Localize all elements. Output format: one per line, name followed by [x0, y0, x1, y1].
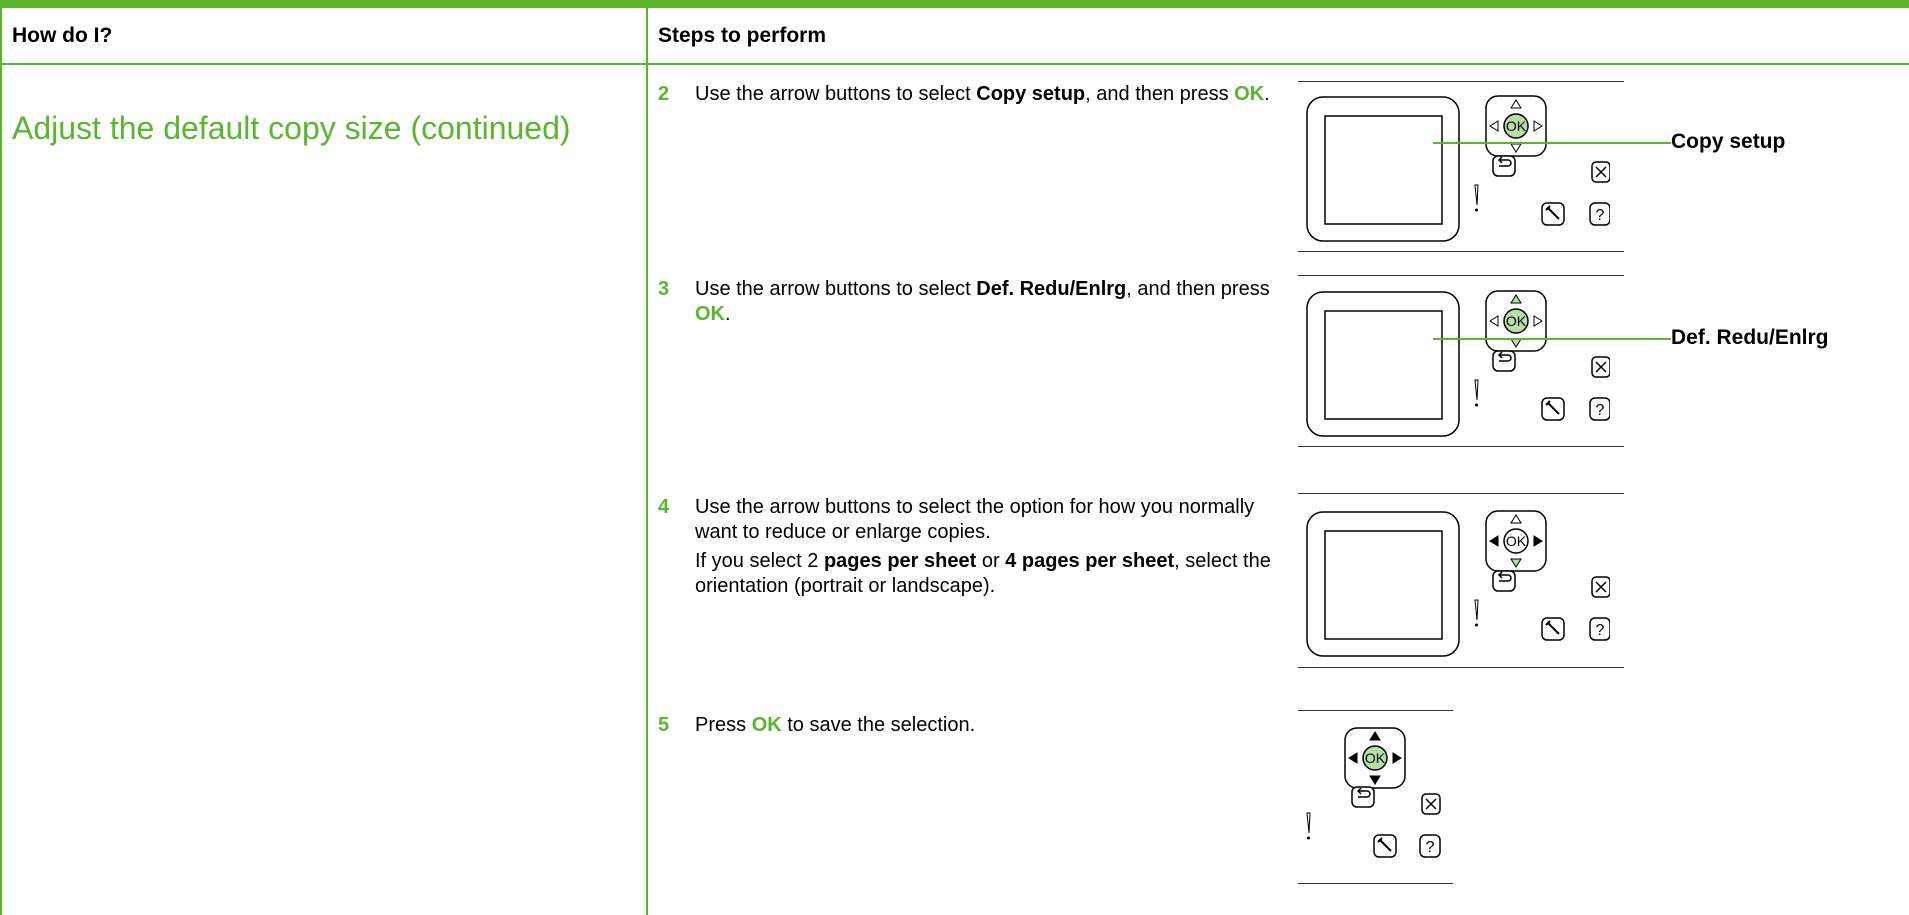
- wrench-setup-icon: [1541, 202, 1565, 226]
- arrow-pad: OK: [1344, 727, 1406, 789]
- ok-text: OK: [695, 303, 725, 325]
- cancel-x-icon: [1591, 161, 1610, 183]
- svg-text:?: ?: [1596, 622, 1605, 639]
- help-icon: ?: [1589, 202, 1610, 226]
- figure-rule-top: [1298, 493, 1624, 494]
- lcd-display: [1306, 511, 1460, 657]
- svg-text:OK: OK: [1365, 750, 1386, 766]
- menu-item-copy-setup: Copy setup: [976, 83, 1086, 105]
- wrench-setup-icon: [1541, 617, 1565, 641]
- control-panel-figure: OK ?: [1306, 95, 1610, 242]
- column-header-how-do-i: How do I?: [12, 24, 113, 47]
- svg-text:OK: OK: [1506, 313, 1527, 329]
- callout-copy-setup: Copy setup: [1671, 130, 1786, 153]
- help-icon: ?: [1419, 834, 1441, 858]
- step-number: 5: [658, 714, 670, 736]
- control-panel-buttons-figure: OK ?: [1306, 727, 1441, 858]
- table-left-border: [0, 8, 2, 915]
- cancel-x-icon: [1591, 356, 1610, 378]
- callout-def-redu-enlrg: Def. Redu/Enlrg: [1671, 326, 1829, 349]
- help-icon: ?: [1589, 397, 1610, 421]
- arrow-pad: OK: [1485, 510, 1547, 572]
- figure-rule-bottom: [1298, 251, 1624, 252]
- step-number: 4: [658, 496, 670, 518]
- back-icon: [1492, 350, 1516, 372]
- table-top-border: [0, 0, 1909, 8]
- step-3: 3 Use the arrow buttons to select Def. R…: [658, 278, 1270, 325]
- lcd-display: [1306, 96, 1460, 242]
- back-icon: [1492, 570, 1516, 592]
- ok-text: OK: [751, 714, 782, 736]
- lcd-display: [1306, 291, 1460, 437]
- cancel-x-icon: [1591, 576, 1610, 598]
- column-divider: [646, 8, 648, 915]
- attention-light-icon: [1306, 812, 1311, 840]
- ok-text: OK: [1234, 83, 1265, 105]
- cancel-x-icon: [1421, 793, 1441, 815]
- svg-text:OK: OK: [1506, 533, 1527, 549]
- callout-line: [1433, 142, 1671, 144]
- task-title: Adjust the default copy size (continued): [12, 110, 571, 146]
- figure-rule-top: [1298, 710, 1453, 711]
- callout-line: [1433, 338, 1671, 340]
- arrow-pad: OK: [1485, 290, 1547, 352]
- step-number: 2: [658, 83, 670, 105]
- attention-light-icon: [1474, 599, 1479, 627]
- column-header-steps: Steps to perform: [658, 24, 827, 47]
- step-number: 3: [658, 278, 670, 300]
- attention-light-icon: [1474, 379, 1479, 407]
- arrow-pad: OK: [1485, 95, 1547, 157]
- back-icon: [1492, 155, 1516, 177]
- control-panel-figure: OK ?: [1306, 510, 1610, 657]
- figure-rule-bottom: [1298, 883, 1453, 884]
- control-panel-figure: OK ?: [1306, 290, 1610, 437]
- menu-item-def-redu-enlrg: Def. Redu/Enlrg: [976, 278, 1127, 300]
- step-2: 2 Use the arrow buttons to select Copy s…: [658, 83, 1270, 105]
- svg-text:OK: OK: [1506, 118, 1527, 134]
- svg-text:?: ?: [1426, 839, 1435, 856]
- figure-rule-bottom: [1298, 667, 1624, 668]
- figure-rule-top: [1298, 275, 1624, 276]
- wrench-setup-icon: [1373, 834, 1397, 858]
- svg-text:?: ?: [1596, 207, 1605, 224]
- svg-text:?: ?: [1596, 402, 1605, 419]
- figure-rule-bottom: [1298, 446, 1624, 447]
- header-divider: [0, 63, 1909, 65]
- step-5: 5 Press OK to save the selection.: [658, 714, 976, 736]
- back-icon: [1351, 786, 1375, 808]
- wrench-setup-icon: [1541, 397, 1565, 421]
- help-icon: ?: [1589, 617, 1610, 641]
- attention-light-icon: [1474, 184, 1479, 212]
- step-4: 4 Use the arrow buttons to select the op…: [658, 496, 1271, 597]
- figure-rule-top: [1298, 81, 1624, 82]
